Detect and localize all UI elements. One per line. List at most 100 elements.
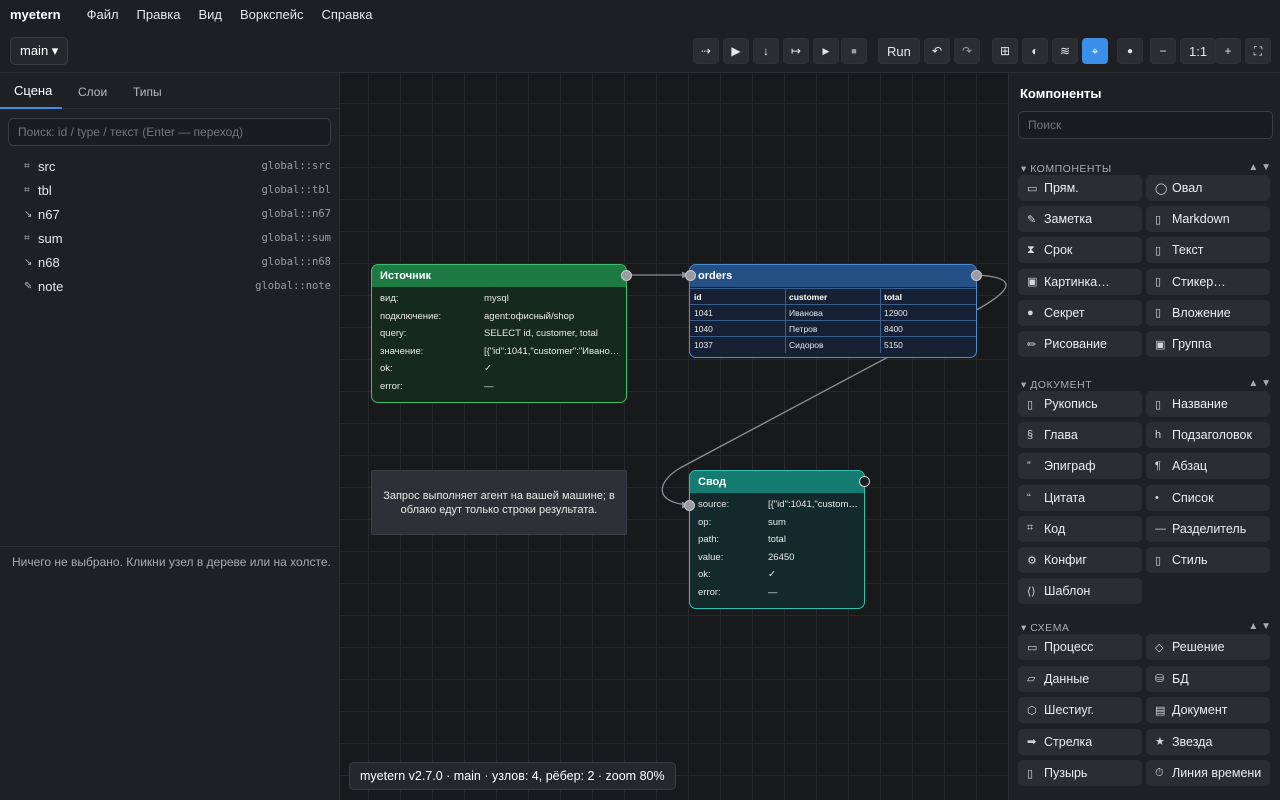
component-icon: ➡ [1027,736,1037,748]
component-1-11[interactable]: ✏ Рисование [1018,331,1142,357]
play-button[interactable]: ▶ [723,38,749,64]
source-node[interactable]: Источник вид: mysql подключение: agent:офис… [371,264,632,403]
sum-input-port[interactable] [684,500,695,511]
tree-item-n68[interactable]: ↘ n68 global::n68 [24,252,331,272]
component-2-11[interactable]: ⚙ Конфиг [1018,547,1142,573]
app-brand: myetern [10,7,61,22]
component-label: Шестиуг. [1044,703,1095,717]
section-reorder-arrows[interactable]: ▲ ▼ [1248,621,1271,632]
section-reorder-arrows[interactable]: ▲ ▼ [1248,378,1271,389]
snap-toggle-button[interactable]: ⌖ [1082,38,1108,64]
section-reorder-arrows[interactable]: ▲ ▼ [1248,162,1271,173]
menu-help[interactable]: Справка [322,7,373,22]
section-title[interactable]: ▾ СХЕМА [1021,622,1069,634]
component-3-10[interactable]: ⏱ Линия времени [1146,760,1270,786]
component-1-5[interactable]: ⧗ Срок [1018,237,1142,264]
component-3-6[interactable]: ▤ Документ [1146,697,1270,723]
component-1-6[interactable]: ▯ Текст [1146,237,1270,264]
fullscreen-button[interactable]: ⛶ [1245,38,1271,64]
wave-toggle-button[interactable]: ≋ [1052,38,1078,64]
zoom-reset-button[interactable]: 1:1 [1180,38,1217,64]
redo-button[interactable]: ↷ [954,38,980,64]
component-3-3[interactable]: ▱ Данные [1018,665,1142,692]
branch-select[interactable]: main ▾ [10,37,69,65]
components-search-input[interactable] [1018,111,1273,139]
component-1-12[interactable]: ▣ Группа [1146,331,1270,357]
tree-item-sum[interactable]: ⌗ sum global::sum [24,228,331,248]
step-forward-button[interactable]: ⇢ [693,38,719,64]
step-into-button[interactable]: ↓ [753,38,779,64]
component-1-1[interactable]: ▭ Прям. [1018,175,1142,201]
scene-search-input[interactable] [8,118,331,146]
component-3-7[interactable]: ➡ Стрелка [1018,728,1142,755]
tab-layers[interactable]: Слои [78,85,107,99]
tree-item-tbl[interactable]: ⌗ tbl global::tbl [24,180,331,200]
menu-file[interactable]: Файл [87,7,119,22]
component-1-3[interactable]: ✎ Заметка [1018,206,1142,233]
component-2-2[interactable]: ▯ Название [1146,391,1270,417]
component-label: Стиль [1172,553,1208,567]
component-2-9[interactable]: ⌗ Код [1018,515,1142,542]
step-over-button[interactable]: ↦ [783,38,809,64]
table-node[interactable]: orders id customer total 1041 Иванова 12900 10… [685,264,982,358]
zoom-in-button[interactable]: + [1215,38,1241,64]
tree-item-n67[interactable]: ↘ n67 global::n67 [24,204,331,224]
component-3-8[interactable]: ★ Звезда [1146,728,1270,755]
tab-scene[interactable]: Сцена [14,83,52,98]
component-2-3[interactable]: § Глава [1018,422,1142,449]
continue-button[interactable]: ▶ [813,38,839,64]
component-2-10[interactable]: — Разделитель [1146,515,1270,542]
run-button[interactable]: Run [878,38,920,64]
component-1-9[interactable]: ● Секрет [1018,299,1142,326]
stop-button[interactable]: ■ [841,38,867,64]
component-2-7[interactable]: “ Цитата [1018,484,1142,511]
table-cell: Сидоров [789,340,824,350]
component-3-9[interactable]: ▯ Пузырь [1018,760,1142,786]
note-node[interactable]: Запрос выполняет агент на вашей машине; … [371,470,627,535]
tab-types[interactable]: Типы [133,85,162,99]
zoom-out-button[interactable]: − [1150,38,1176,64]
sum-node[interactable]: Свод source: [{"id":1041,"customer"... op:… [684,470,870,609]
component-2-4[interactable]: h Подзаголовок [1146,422,1270,449]
component-1-4[interactable]: ▯ Markdown [1146,206,1270,233]
menu-workspace[interactable]: Воркспейс [240,7,304,22]
theme-toggle-button[interactable]: ◐ [1022,38,1048,64]
component-label: Звезда [1172,734,1213,749]
component-1-2[interactable]: ◯ Овал [1146,175,1270,201]
node-field-row: вид: mysql [372,290,626,308]
table-output-port[interactable] [971,270,982,281]
component-2-12[interactable]: ▯ Стиль [1146,547,1270,573]
sum-output-port[interactable] [859,476,870,487]
component-2-8[interactable]: • Список [1146,484,1270,511]
component-3-2[interactable]: ◇ Решение [1146,634,1270,660]
component-2-1[interactable]: ▯ Рукопись [1018,391,1142,417]
component-icon: ” [1027,460,1031,473]
secret-button[interactable]: ● [1117,38,1143,64]
grid-toggle-button[interactable]: ⊞ [992,38,1018,64]
section-title[interactable]: ▾ КОМПОНЕНТЫ [1021,163,1112,175]
component-1-10[interactable]: ▯ Вложение [1146,299,1270,326]
table-input-port[interactable] [685,270,696,281]
component-icon: • [1155,491,1159,504]
component-2-6[interactable]: ¶ Абзац [1146,453,1270,480]
field-key: error: [380,380,403,392]
component-label: Вложение [1172,305,1231,320]
canvas[interactable]: Источник вид: mysql подключение: agent:офис… [340,73,1008,800]
component-2-13[interactable]: ⟨⟩ Шаблон [1018,578,1142,605]
source-output-port[interactable] [621,270,632,281]
menu-view[interactable]: Вид [198,7,222,22]
menu-edit[interactable]: Правка [137,7,181,22]
component-3-1[interactable]: ▭ Процесс [1018,634,1142,660]
component-1-7[interactable]: ▣ Картинка… [1018,268,1142,295]
component-2-5[interactable]: ” Эпиграф [1018,453,1142,480]
component-1-8[interactable]: ▯ Стикер… [1146,268,1270,295]
tree-item-src[interactable]: ⌗ src global::src [24,156,331,176]
component-3-5[interactable]: ⬡ Шестиуг. [1018,697,1142,723]
tree-item-note[interactable]: ✎ note global::note [24,276,331,296]
component-3-4[interactable]: ⛁ БД [1146,665,1270,692]
section-title[interactable]: ▾ ДОКУМЕНТ [1021,379,1092,391]
undo-button[interactable]: ↶ [924,38,950,64]
field-key: ok: [380,363,393,374]
component-icon: ⬡ [1027,704,1037,717]
component-label: Markdown [1172,212,1230,227]
